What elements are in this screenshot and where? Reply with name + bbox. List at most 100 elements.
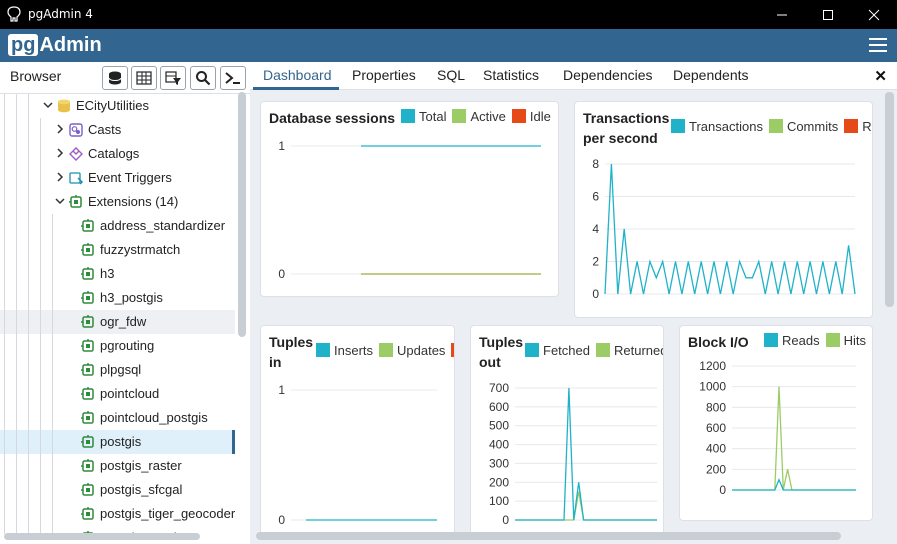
close-tab-icon[interactable]: ✕ — [874, 67, 887, 85]
browser-panel: Browser ECityUtilities Casts Catalogs Ev… — [0, 62, 250, 544]
y-tick-label: 700 — [489, 381, 509, 395]
legend-item: Returned — [595, 343, 663, 358]
tree-item[interactable]: fuzzystrmatch — [0, 238, 235, 262]
title-bar: pgAdmin 4 — [0, 0, 897, 29]
tree-item-label: postgis_tiger_geocoder — [100, 506, 235, 521]
y-tick-label: 2 — [592, 255, 599, 269]
chevron-right-icon[interactable] — [54, 123, 66, 135]
legend-item: Reads — [764, 333, 820, 348]
legend-item: Total — [401, 109, 446, 124]
legend-item: Idle — [511, 109, 551, 124]
legend-item: Active — [452, 109, 506, 124]
tree-item[interactable]: Catalogs — [0, 142, 235, 166]
extension-icon — [81, 435, 94, 448]
extension-icon — [81, 411, 94, 424]
tree-item[interactable]: Event Triggers — [0, 166, 235, 190]
main-panel: Dashboard Properties SQL Statistics Depe… — [250, 62, 897, 544]
chevron-down-icon[interactable] — [42, 99, 54, 111]
tree-item[interactable]: postgis_raster — [0, 454, 235, 478]
catalogs-icon — [69, 147, 83, 161]
browser-label: Browser — [10, 68, 62, 84]
tree-item-label: h3_postgis — [100, 290, 163, 305]
tree-item[interactable]: ECityUtilities — [0, 94, 235, 118]
browser-vertical-scrollbar[interactable] — [238, 92, 246, 337]
tree-item[interactable]: postgis — [0, 430, 235, 454]
y-tick-label: 8 — [592, 157, 599, 171]
chart-title: Database sessions — [269, 110, 396, 126]
tree-item-label: address_standardizer — [100, 218, 226, 233]
tree-item-label: ECityUtilities — [76, 98, 149, 113]
y-tick-label: 600 — [706, 421, 726, 435]
maximize-button[interactable] — [805, 0, 851, 29]
dashboard-horizontal-scrollbar[interactable] — [256, 532, 841, 540]
browser-horizontal-scrollbar[interactable] — [4, 533, 200, 540]
extension-icon — [81, 507, 94, 520]
tab-properties[interactable]: Properties — [352, 67, 416, 83]
psql-tool-button[interactable] — [220, 66, 246, 90]
legend-item: Hits — [825, 333, 866, 348]
y-tick-label: 1000 — [699, 380, 726, 394]
tree-item[interactable]: pointcloud_postgis — [0, 406, 235, 430]
object-explorer-button[interactable] — [102, 66, 128, 90]
tree-item[interactable]: Casts — [0, 118, 235, 142]
series-line-reads — [732, 477, 856, 491]
object-tree: ECityUtilities Casts Catalogs Event Trigger… — [0, 94, 235, 534]
chart-title: Block I/O — [688, 334, 749, 350]
tree-item[interactable]: ogr_fdw — [0, 310, 235, 334]
tree-item-label: h3 — [100, 266, 115, 281]
tuples-in-card: Tuples in Inserts Updates D 10 — [260, 325, 455, 535]
tab-dependents[interactable]: Dependents — [673, 67, 749, 83]
menu-hamburger-icon[interactable] — [869, 38, 887, 53]
extension-icon — [81, 459, 94, 472]
view-data-button[interactable] — [131, 66, 157, 90]
legend-item: Fetched — [525, 343, 590, 358]
chart-legend: Transactions Commits Rol — [671, 119, 872, 134]
tab-dashboard[interactable]: Dashboard — [263, 67, 332, 83]
tree-item-label: ogr_fdw — [100, 314, 147, 329]
transactions-chart: 8 6 4 2 0 — [592, 157, 856, 301]
tree-item[interactable]: address_standardizer — [0, 214, 235, 238]
y-tick-label: 4 — [592, 222, 599, 236]
extension-icon — [81, 339, 94, 352]
y-tick-label: 1 — [278, 139, 285, 153]
legend-item: Inserts — [316, 343, 373, 358]
tab-sql[interactable]: SQL — [437, 67, 465, 83]
tree-item-label: Event Triggers — [88, 170, 172, 185]
minimize-button[interactable] — [759, 0, 805, 29]
chevron-right-icon[interactable] — [54, 171, 66, 183]
chevron-right-icon[interactable] — [54, 147, 66, 159]
tree-item[interactable]: plpgsql — [0, 358, 235, 382]
tree-item-label: Catalogs — [88, 146, 140, 161]
tab-dependencies[interactable]: Dependencies — [563, 67, 653, 83]
tuples-out-card: Tuples out Fetched Returned 700 600 500 400… — [470, 325, 664, 535]
tree-item-label: postgis — [100, 434, 142, 449]
y-tick-label: 600 — [489, 400, 509, 414]
tree-item[interactable]: pgrouting — [0, 334, 235, 358]
y-tick-label: 500 — [489, 419, 509, 433]
y-tick-label: 0 — [502, 513, 509, 527]
y-tick-label: 1200 — [699, 359, 726, 373]
tree-item[interactable]: h3 — [0, 262, 235, 286]
window-title: pgAdmin 4 — [28, 7, 93, 21]
tree-item[interactable]: postgis_sfcgal — [0, 478, 235, 502]
search-objects-button[interactable] — [190, 66, 216, 90]
pgadmin-logo: pg Admin — [8, 33, 102, 57]
extension-icon — [81, 243, 94, 256]
legend-item: Commits — [768, 119, 838, 134]
tree-item[interactable]: Extensions (14) — [0, 190, 235, 214]
y-tick-label: 0 — [278, 513, 285, 527]
tuples-in-chart: 10 — [278, 383, 437, 527]
tree-item[interactable]: h3_postgis — [0, 286, 235, 310]
tab-statistics[interactable]: Statistics — [483, 67, 539, 83]
table-grid-icon — [136, 71, 152, 85]
transactions-card: Transactions per second Transactions Com… — [574, 101, 873, 318]
filter-table-icon — [165, 71, 181, 85]
tree-item[interactable]: postgis_tiger_geocoder — [0, 502, 235, 526]
dashboard-vertical-scrollbar[interactable] — [885, 92, 894, 307]
legend-item: Transactions — [671, 119, 763, 134]
close-window-button[interactable] — [851, 0, 897, 29]
tree-item-label: postgis_sfcgal — [100, 482, 183, 497]
filtered-rows-button[interactable] — [160, 66, 186, 90]
chevron-down-icon[interactable] — [54, 195, 66, 207]
tree-item[interactable]: pointcloud — [0, 382, 235, 406]
